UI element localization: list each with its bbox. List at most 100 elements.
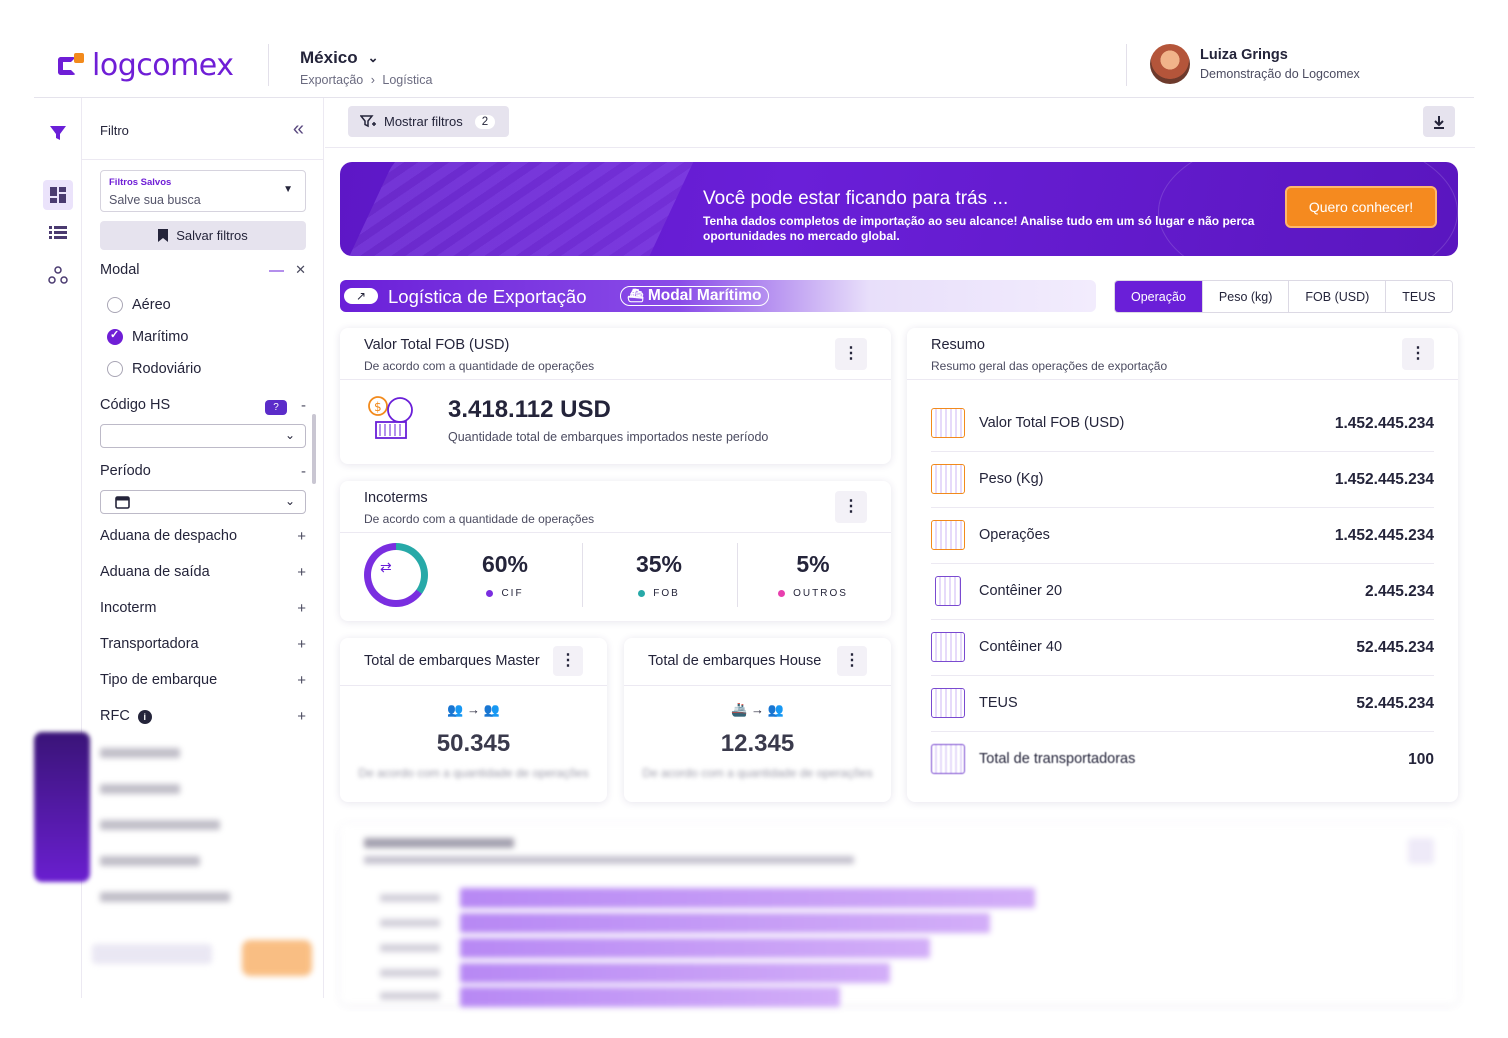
filter-panel: Filtro « Filtros Salvos Salve sua busca … <box>82 98 324 998</box>
summary-row: Contêiner 40 52.445.234 <box>931 620 1434 676</box>
summary-row: Operações 1.452.445.234 <box>931 508 1434 564</box>
tab-fob[interactable]: FOB (USD) <box>1288 281 1386 312</box>
country-name[interactable]: México <box>300 48 358 68</box>
avatar[interactable] <box>1150 44 1190 84</box>
ship-users-flow-icon: 🚢 → 👥 <box>731 702 784 717</box>
plus-icon[interactable]: + <box>297 708 306 725</box>
filter-section-aduana-saida[interactable]: Aduana de saída + <box>100 564 306 581</box>
tab-peso[interactable]: Peso (kg) <box>1201 281 1289 312</box>
plus-icon[interactable]: + <box>297 564 306 581</box>
plus-icon[interactable]: + <box>297 672 306 689</box>
modal-badge-label: Modal Marítimo <box>647 287 762 304</box>
filter-section-tipo-embarque[interactable]: Tipo de embarque + <box>100 672 306 689</box>
saved-filters-select[interactable]: Filtros Salvos Salve sua busca ▼ <box>100 170 306 212</box>
filter-section-incoterm[interactable]: Incoterm + <box>100 600 306 617</box>
fob-total-card: Valor Total FOB (USD) De acordo com a qu… <box>340 328 891 464</box>
minus-icon[interactable]: — <box>269 262 284 279</box>
more-options-icon[interactable]: ⋮ <box>553 646 583 676</box>
incoterm-cif: 60% CIF <box>445 551 565 599</box>
calendar-icon[interactable] <box>115 495 130 509</box>
plus-icon[interactable]: + <box>297 600 306 617</box>
modal-section-header[interactable]: Modal — ✕ <box>100 262 306 279</box>
breadcrumb-separator: › <box>370 73 375 87</box>
card-header: Resumo Resumo geral das operações de exp… <box>907 328 1458 380</box>
divider <box>582 543 583 607</box>
breadcrumb-item[interactable]: Exportação <box>300 73 363 87</box>
user-menu[interactable]: Luiza Grings Demonstração do Logcomex <box>1150 44 1360 84</box>
card-header: Total de embarques House ⋮ <box>624 638 891 686</box>
chevron-down-icon[interactable]: ⌄ <box>285 494 295 508</box>
breadcrumb-item[interactable]: Logística <box>382 73 432 87</box>
more-options-icon[interactable]: ⋮ <box>1402 338 1434 370</box>
hs-code-select[interactable]: ⌄ <box>100 424 306 448</box>
more-options-icon[interactable]: ⋮ <box>835 338 867 370</box>
info-icon[interactable]: i <box>137 710 152 724</box>
filter-panel-header: Filtro « <box>82 98 324 160</box>
filter-section-transportadora[interactable]: Transportadora + <box>100 636 306 653</box>
filter-icon[interactable] <box>43 118 73 148</box>
more-options-icon[interactable]: ⋮ <box>837 646 867 676</box>
period-section-header[interactable]: Período - <box>100 463 306 480</box>
more-options-icon[interactable]: ⋮ <box>835 491 867 523</box>
summary-label: Valor Total FOB (USD) <box>979 415 1125 431</box>
dashboard-icon[interactable] <box>43 180 73 210</box>
legend-dot-icon <box>778 589 786 597</box>
help-badge[interactable]: ? <box>265 400 287 415</box>
banner-cta-button[interactable]: Quero conhecer! <box>1285 186 1437 228</box>
incoterm-outros: 5% OUTROS <box>753 551 873 599</box>
radio-icon[interactable] <box>107 361 123 377</box>
list-icon[interactable] <box>43 218 73 248</box>
radio-label: Aéreo <box>132 297 171 313</box>
radio-maritimo[interactable]: Marítimo <box>107 328 189 345</box>
network-icon[interactable] <box>43 260 73 290</box>
summary-value: 1.452.445.234 <box>1334 471 1434 488</box>
country-selector[interactable]: México ⌄ Exportação › Logística <box>300 48 432 87</box>
user-subtitle: Demonstração do Logcomex <box>1200 67 1360 81</box>
close-icon[interactable]: ✕ <box>295 262 306 278</box>
tab-teus[interactable]: TEUS <box>1385 281 1452 312</box>
filter-section-rfc[interactable]: RFC i + <box>100 708 306 725</box>
filter-count-badge: 2 <box>474 114 496 129</box>
card-title: Incoterms <box>364 490 428 506</box>
summary-label: Contêiner 40 <box>979 639 1063 655</box>
incoterm-label: FOB <box>653 588 680 599</box>
collapse-dash[interactable]: - <box>301 463 306 480</box>
container-20-icon <box>935 576 961 606</box>
chevron-down-icon[interactable]: ⌄ <box>285 428 295 442</box>
radio-aereo[interactable]: Aéreo <box>107 297 171 313</box>
incoterms-donut <box>364 543 428 607</box>
logo-mark-icon <box>58 52 84 79</box>
scrollbar[interactable] <box>312 414 316 484</box>
hs-controls: ? - <box>265 397 306 415</box>
chevron-down-icon[interactable]: ⌄ <box>368 50 379 66</box>
currency-exchange-icon: ⇄ <box>380 559 392 575</box>
ship-illustration <box>340 162 703 256</box>
svg-text:$: $ <box>374 400 382 414</box>
card-subtitle: De acordo com a quantidade de operações <box>364 512 595 526</box>
collapse-icon[interactable]: « <box>293 118 304 141</box>
save-filters-button[interactable]: Salvar filtros <box>100 221 306 250</box>
filter-section-aduana-despacho[interactable]: Aduana de despacho + <box>100 528 306 545</box>
tab-operacao[interactable]: Operação <box>1115 281 1202 312</box>
radio-rodoviario[interactable]: Rodoviário <box>107 361 201 377</box>
download-button[interactable] <box>1423 106 1455 137</box>
period-date-select[interactable]: ⌄ <box>100 490 306 514</box>
plus-icon[interactable]: + <box>297 636 306 653</box>
teus-icon <box>931 688 965 718</box>
plus-icon[interactable]: + <box>297 528 306 545</box>
radio-label: Marítimo <box>132 329 189 345</box>
hs-section-header[interactable]: Código HS ? - <box>100 397 306 415</box>
carriers-icon <box>931 744 965 774</box>
show-filters-button[interactable]: Mostrar filtros 2 <box>348 106 510 137</box>
logcomex-logo[interactable]: logcomex <box>58 48 234 83</box>
bookmark-icon <box>158 229 169 242</box>
radio-icon[interactable] <box>107 297 123 313</box>
radio-checked-icon[interactable] <box>107 328 123 345</box>
arrow-up-right-icon: ↗ <box>344 288 378 304</box>
collapse-dash[interactable]: - <box>301 397 306 414</box>
section-label: Transportadora <box>100 636 199 652</box>
divider <box>737 543 738 607</box>
blurred-chart-card <box>340 824 1458 1007</box>
hs-label: Código HS <box>100 397 171 413</box>
caret-down-icon[interactable]: ▼ <box>283 184 293 195</box>
